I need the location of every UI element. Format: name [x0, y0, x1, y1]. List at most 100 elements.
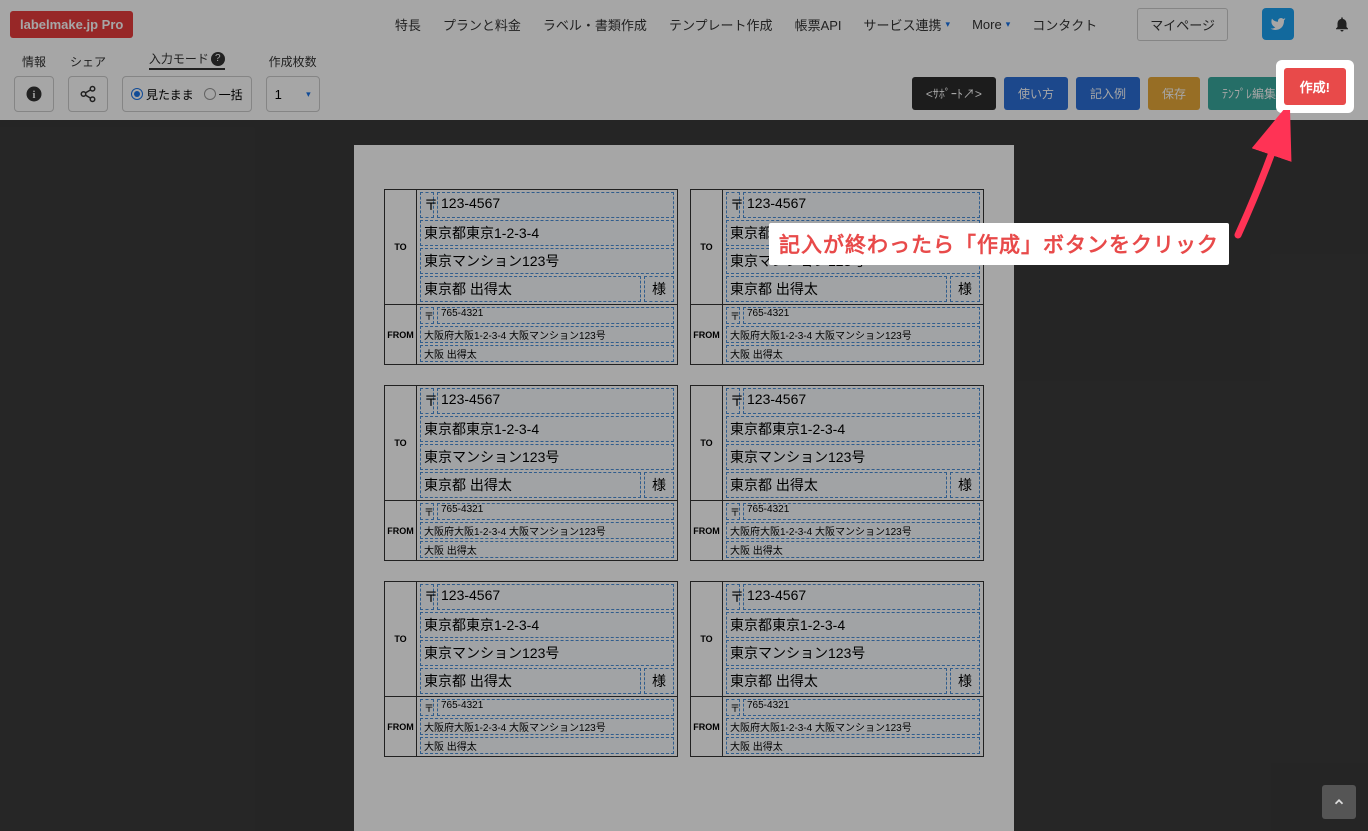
from-name-field[interactable]: 大阪 出得太	[726, 737, 980, 754]
address-label: TO 〒123-4567 東京都東京1-2-3-4 東京マンション123号 東京…	[384, 581, 678, 757]
to-fields: 〒123-4567 東京都東京1-2-3-4 東京マンション123号 東京都 出…	[723, 386, 983, 500]
postal-mark-field[interactable]: 〒	[726, 503, 740, 520]
to-addr2-field[interactable]: 東京マンション123号	[420, 248, 674, 274]
radio-bulk[interactable]: 一括	[204, 86, 243, 103]
to-postal-field[interactable]: 123-4567	[437, 584, 674, 610]
name-suffix-field[interactable]: 様	[644, 276, 674, 302]
postal-mark-field[interactable]: 〒	[726, 192, 740, 218]
from-fields: 〒765-4321 大阪府大阪1-2-3-4 大阪マンション123号 大阪 出得…	[723, 305, 983, 364]
postal-mark-field[interactable]: 〒	[726, 307, 740, 324]
postal-mark-field[interactable]: 〒	[726, 699, 740, 716]
to-addr1-field[interactable]: 東京都東京1-2-3-4	[420, 612, 674, 638]
radio-selected-icon	[131, 88, 143, 100]
nav-integrations[interactable]: サービス連携▾	[864, 15, 951, 34]
nav-links: 特長 プランと料金 ラベル・書類作成 テンプレート作成 帳票API サービス連携…	[395, 8, 1358, 41]
share-label: シェア	[70, 53, 106, 70]
postal-mark-field[interactable]: 〒	[726, 584, 740, 610]
logo[interactable]: labelmake.jp Pro	[10, 11, 133, 38]
howto-button[interactable]: 使い方	[1004, 77, 1068, 110]
from-postal-field[interactable]: 765-4321	[743, 307, 980, 324]
from-name-field[interactable]: 大阪 出得太	[726, 541, 980, 558]
from-postal-field[interactable]: 765-4321	[743, 503, 980, 520]
address-label: TO 〒123-4567 東京都東京1-2-3-4 東京マンション123号 東京…	[384, 189, 678, 365]
from-postal-field[interactable]: 765-4321	[437, 699, 674, 716]
name-suffix-field[interactable]: 様	[644, 472, 674, 498]
postal-mark-field[interactable]: 〒	[420, 388, 434, 414]
name-suffix-field[interactable]: 様	[950, 668, 980, 694]
support-button[interactable]: <ｻﾎﾟｰﾄ↗>	[912, 77, 996, 110]
from-name-field[interactable]: 大阪 出得太	[726, 345, 980, 362]
share-button[interactable]	[68, 76, 108, 112]
from-addr-field[interactable]: 大阪府大阪1-2-3-4 大阪マンション123号	[420, 522, 674, 539]
from-postal-field[interactable]: 765-4321	[437, 503, 674, 520]
nav-more[interactable]: More▾	[972, 17, 1010, 32]
twitter-button[interactable]	[1262, 8, 1294, 40]
to-name-field[interactable]: 東京都 出得太	[420, 276, 641, 302]
to-postal-field[interactable]: 123-4567	[743, 584, 980, 610]
to-addr1-field[interactable]: 東京都東京1-2-3-4	[420, 416, 674, 442]
from-fields: 〒765-4321 大阪府大阪1-2-3-4 大阪マンション123号 大阪 出得…	[723, 501, 983, 560]
to-postal-field[interactable]: 123-4567	[743, 388, 980, 414]
notifications-button[interactable]	[1326, 8, 1358, 40]
from-name-field[interactable]: 大阪 出得太	[420, 345, 674, 362]
chevron-down-icon: ▾	[1006, 19, 1011, 30]
tutorial-tooltip: 記入が終わったら「作成」ボタンをクリック	[769, 223, 1229, 265]
example-button[interactable]: 記入例	[1076, 77, 1140, 110]
to-postal-field[interactable]: 123-4567	[437, 192, 674, 218]
to-name-field[interactable]: 東京都 出得太	[420, 472, 641, 498]
from-postal-field[interactable]: 765-4321	[437, 307, 674, 324]
to-addr2-field[interactable]: 東京マンション123号	[726, 640, 980, 666]
postal-mark-field[interactable]: 〒	[420, 699, 434, 716]
from-addr-field[interactable]: 大阪府大阪1-2-3-4 大阪マンション123号	[420, 326, 674, 343]
from-name-field[interactable]: 大阪 出得太	[420, 541, 674, 558]
to-addr1-field[interactable]: 東京都東京1-2-3-4	[726, 612, 980, 638]
from-addr-field[interactable]: 大阪府大阪1-2-3-4 大阪マンション123号	[420, 718, 674, 735]
to-addr1-field[interactable]: 東京都東京1-2-3-4	[726, 416, 980, 442]
postal-mark-field[interactable]: 〒	[420, 584, 434, 610]
create-button[interactable]: 作成!	[1284, 68, 1346, 105]
postal-mark-field[interactable]: 〒	[726, 388, 740, 414]
to-name-field[interactable]: 東京都 出得太	[726, 276, 947, 302]
from-postal-field[interactable]: 765-4321	[743, 699, 980, 716]
from-tag: FROM	[385, 305, 417, 364]
to-fields: 〒123-4567 東京都東京1-2-3-4 東京マンション123号 東京都 出…	[723, 582, 983, 696]
to-postal-field[interactable]: 123-4567	[743, 192, 980, 218]
name-suffix-field[interactable]: 様	[950, 472, 980, 498]
save-button[interactable]: 保存	[1148, 77, 1200, 110]
nav-labels[interactable]: ラベル・書類作成	[543, 15, 647, 34]
scroll-top-button[interactable]	[1322, 785, 1356, 819]
from-addr-field[interactable]: 大阪府大阪1-2-3-4 大阪マンション123号	[726, 326, 980, 343]
to-addr2-field[interactable]: 東京マンション123号	[726, 444, 980, 470]
count-select[interactable]: 1▾	[266, 76, 320, 112]
to-addr2-field[interactable]: 東京マンション123号	[420, 640, 674, 666]
address-label: TO 〒123-4567 東京都東京1-2-3-4 東京マンション123号 東京…	[690, 189, 984, 365]
info-button[interactable]: i	[14, 76, 54, 112]
postal-mark-field[interactable]: 〒	[420, 503, 434, 520]
nav-pricing[interactable]: プランと料金	[443, 15, 521, 34]
help-icon[interactable]: ?	[211, 52, 225, 66]
from-addr-field[interactable]: 大阪府大阪1-2-3-4 大阪マンション123号	[726, 522, 980, 539]
to-name-field[interactable]: 東京都 出得太	[726, 472, 947, 498]
to-fields: 〒123-4567 東京都東京1-2-3-4 東京マンション123号 東京都 出…	[417, 582, 677, 696]
to-name-field[interactable]: 東京都 出得太	[420, 668, 641, 694]
name-suffix-field[interactable]: 様	[644, 668, 674, 694]
from-name-field[interactable]: 大阪 出得太	[420, 737, 674, 754]
from-fields: 〒765-4321 大阪府大阪1-2-3-4 大阪マンション123号 大阪 出得…	[417, 697, 677, 756]
from-addr-field[interactable]: 大阪府大阪1-2-3-4 大阪マンション123号	[726, 718, 980, 735]
postal-mark-field[interactable]: 〒	[420, 192, 434, 218]
to-addr1-field[interactable]: 東京都東京1-2-3-4	[420, 220, 674, 246]
name-suffix-field[interactable]: 様	[950, 276, 980, 302]
to-name-field[interactable]: 東京都 出得太	[726, 668, 947, 694]
nav-templates[interactable]: テンプレート作成	[669, 15, 773, 34]
nav-features[interactable]: 特長	[395, 15, 421, 34]
to-postal-field[interactable]: 123-4567	[437, 388, 674, 414]
nav-api[interactable]: 帳票API	[795, 15, 842, 34]
tutorial-highlight: 作成!	[1276, 60, 1354, 113]
mypage-button[interactable]: マイページ	[1137, 8, 1228, 41]
nav-contact[interactable]: コンタクト	[1032, 15, 1097, 34]
to-fields: 〒123-4567 東京都東京1-2-3-4 東京マンション123号 東京都 出…	[417, 386, 677, 500]
to-addr2-field[interactable]: 東京マンション123号	[420, 444, 674, 470]
postal-mark-field[interactable]: 〒	[420, 307, 434, 324]
editor-toolbar: 情報 i シェア 入力モード? 見たまま 一括 作成枚数 1▾ <ｻﾎﾟｰﾄ↗>…	[0, 48, 1368, 120]
radio-wysiwyg[interactable]: 見たまま	[131, 86, 194, 103]
